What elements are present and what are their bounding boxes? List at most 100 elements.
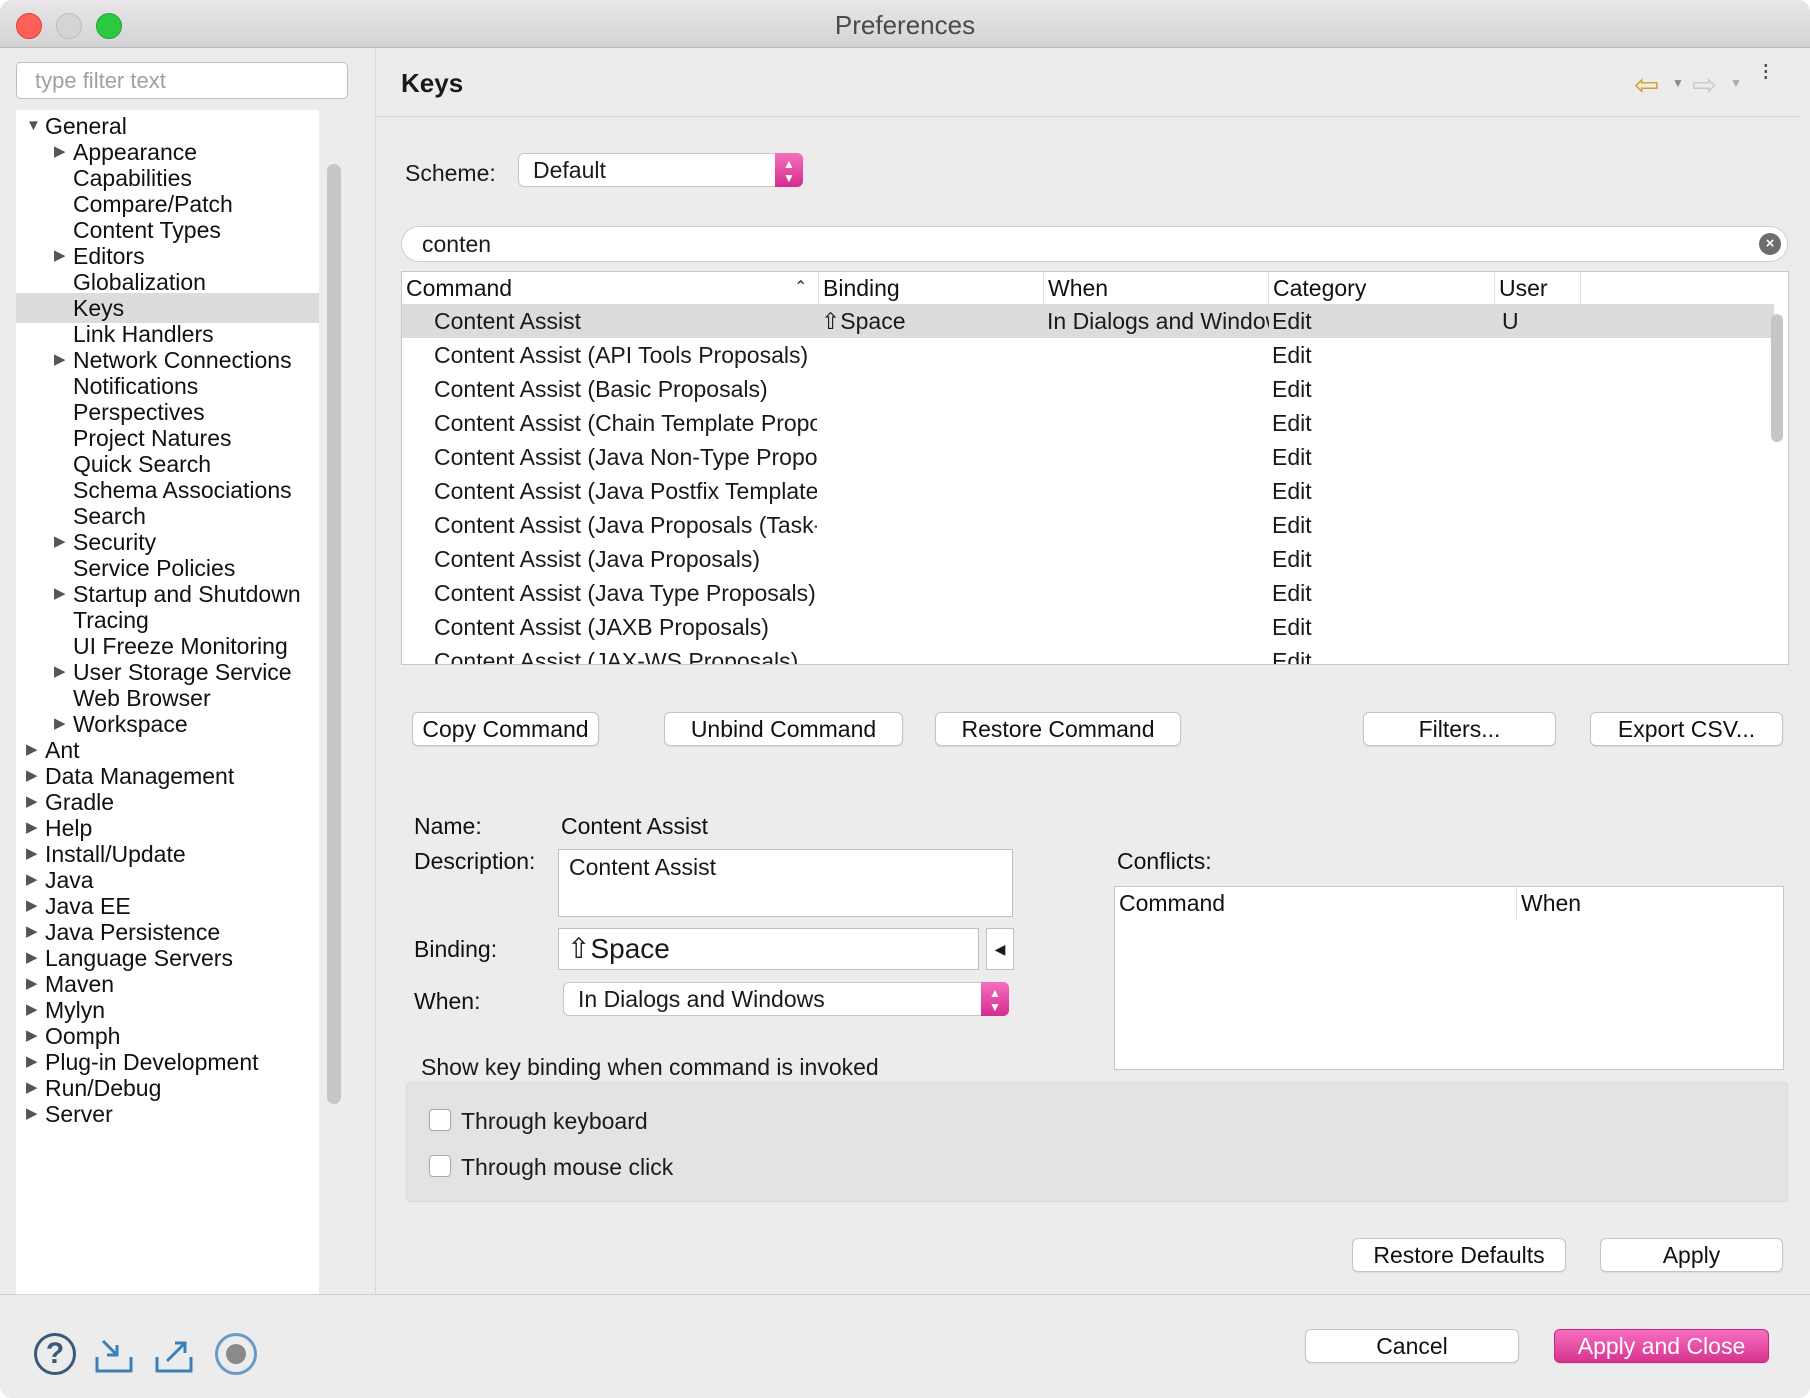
disclosure-collapsed-icon[interactable]: ▶ xyxy=(26,1099,38,1129)
binding-label: Binding: xyxy=(414,936,498,962)
table-row[interactable]: Content Assist (Basic Proposals) Edit xyxy=(402,372,1774,406)
cell-command: Content Assist (Java Non-Type Proposals) xyxy=(434,444,817,470)
export-icon[interactable] xyxy=(153,1333,195,1375)
filters-button[interactable]: Filters... xyxy=(1363,712,1556,746)
export-csv-button[interactable]: Export CSV... xyxy=(1590,712,1783,746)
cell-category: Edit xyxy=(1272,410,1312,436)
cell-command: Content Assist (Java Proposals (Task-F..… xyxy=(434,512,817,538)
apply-and-close-button[interactable]: Apply and Close xyxy=(1554,1329,1769,1363)
conflicts-column-when[interactable]: When xyxy=(1517,887,1783,919)
scheme-select[interactable]: Default ▲ ▼ xyxy=(518,153,803,187)
commands-table: Command ⌃ Binding When Category User Con… xyxy=(401,271,1789,665)
page-title: Keys xyxy=(401,68,464,98)
triangle-left-icon: ◀ xyxy=(994,941,1006,957)
table-row[interactable]: Content Assist (JAX-WS Proposals) Edit xyxy=(402,644,1774,665)
name-value: Content Assist xyxy=(561,813,709,839)
table-row[interactable]: Content Assist (Chain Template Proposals… xyxy=(402,406,1774,440)
column-header-when[interactable]: When xyxy=(1044,272,1269,304)
export-glyph xyxy=(155,1341,193,1373)
right-pane: Keys ⇦ ▼ ⇨ ▼ ⁝ Scheme: Default ▲ ▼ conten… xyxy=(375,48,1801,1294)
cell-command: Content Assist (JAX-WS Proposals) xyxy=(434,648,799,665)
conflicts-table: Command When xyxy=(1114,886,1784,1070)
clear-search-icon[interactable]: × xyxy=(1759,233,1781,255)
show-binding-group: Through keyboard Through mouse click xyxy=(406,1082,1788,1202)
when-label: When: xyxy=(414,988,481,1014)
scheme-label: Scheme: xyxy=(405,160,496,186)
through-keyboard-checkbox[interactable] xyxy=(429,1109,451,1131)
binding-menu-button[interactable]: ◀ xyxy=(986,928,1014,970)
column-header-category[interactable]: Category xyxy=(1269,272,1495,304)
column-header-command[interactable]: Command ⌃ xyxy=(402,272,819,304)
restore-defaults-button[interactable]: Restore Defaults xyxy=(1352,1238,1566,1272)
left-pane: ▼General▶AppearanceCapabilitiesCompare/P… xyxy=(0,48,375,1336)
help-icon[interactable]: ? xyxy=(34,1333,76,1375)
conflicts-column-command[interactable]: Command xyxy=(1115,887,1517,919)
navigation-toolbar: ⇦ ▼ ⇨ ▼ ⁝ xyxy=(1634,61,1794,103)
cell-user: U xyxy=(1502,308,1519,334)
restore-command-button[interactable]: Restore Command xyxy=(935,712,1181,746)
table-row[interactable]: Content Assist (Java Proposals (Task-F..… xyxy=(402,508,1774,542)
header-divider xyxy=(376,116,1801,117)
back-dropdown-icon[interactable]: ▼ xyxy=(1672,76,1684,90)
import-icon[interactable] xyxy=(93,1333,135,1375)
table-row[interactable]: Content Assist (API Tools Proposals) Edit xyxy=(402,338,1774,372)
description-label: Description: xyxy=(414,848,536,874)
command-search-value: conten xyxy=(422,231,492,257)
binding-input[interactable]: ⇧Space xyxy=(558,928,979,970)
cell-category: Edit xyxy=(1272,478,1312,504)
view-menu-icon[interactable]: ⁝ xyxy=(1762,61,1770,85)
cell-category: Edit xyxy=(1272,376,1312,402)
cell-when: In Dialogs and Windows xyxy=(1047,308,1269,334)
column-header-user[interactable]: User xyxy=(1495,272,1581,304)
table-row[interactable]: Content Assist (Java Proposals) Edit xyxy=(402,542,1774,576)
table-row[interactable]: Content Assist (Java Postfix Template P.… xyxy=(402,474,1774,508)
cell-category: Edit xyxy=(1272,580,1312,606)
column-header-command-label: Command xyxy=(406,275,513,301)
table-vertical-scrollbar[interactable] xyxy=(1771,314,1783,442)
name-label: Name: xyxy=(414,813,482,839)
cell-category: Edit xyxy=(1272,444,1312,470)
back-arrow-icon[interactable]: ⇦ xyxy=(1634,68,1659,103)
cell-command: Content Assist (JAXB Proposals) xyxy=(434,614,769,640)
unbind-command-button[interactable]: Unbind Command xyxy=(664,712,903,746)
through-mouse-label: Through mouse click xyxy=(461,1154,674,1180)
column-header-binding[interactable]: Binding xyxy=(819,272,1044,304)
tree-vertical-scrollbar[interactable] xyxy=(327,164,341,1104)
cell-command: Content Assist (API Tools Proposals) xyxy=(434,342,809,368)
through-keyboard-label: Through keyboard xyxy=(461,1108,648,1134)
apply-button[interactable]: Apply xyxy=(1600,1238,1783,1272)
cell-category: Edit xyxy=(1272,546,1312,572)
chevron-updown-icon: ▲ ▼ xyxy=(775,153,803,187)
cell-category: Edit xyxy=(1272,614,1312,640)
cell-category: Edit xyxy=(1272,308,1312,334)
show-binding-group-title: Show key binding when command is invoked xyxy=(421,1054,879,1080)
filter-input[interactable] xyxy=(16,62,348,99)
preferences-window: Preferences ▼General▶AppearanceCapabilit… xyxy=(0,0,1810,1398)
through-mouse-checkbox[interactable] xyxy=(429,1155,451,1177)
table-row[interactable]: Content Assist (Java Non-Type Proposals)… xyxy=(402,440,1774,474)
chevron-updown-icon: ▲ ▼ xyxy=(981,982,1009,1016)
cancel-button[interactable]: Cancel xyxy=(1305,1329,1519,1363)
cell-category: Edit xyxy=(1272,648,1312,665)
record-icon[interactable] xyxy=(215,1333,257,1375)
cell-binding: ⇧Space xyxy=(821,308,906,334)
title-bar: Preferences xyxy=(0,0,1810,48)
command-search-input[interactable]: conten × xyxy=(401,226,1788,262)
table-row[interactable]: Content Assist (JAXB Proposals) Edit xyxy=(402,610,1774,644)
description-field[interactable]: Content Assist xyxy=(558,849,1013,917)
scheme-select-value: Default xyxy=(533,157,606,183)
forward-arrow-icon[interactable]: ⇨ xyxy=(1692,68,1717,103)
window-title: Preferences xyxy=(834,10,976,40)
cell-command: Content Assist (Java Postfix Template P.… xyxy=(434,478,817,504)
cell-category: Edit xyxy=(1272,512,1312,538)
sort-ascending-icon: ⌃ xyxy=(794,279,808,296)
copy-command-button[interactable]: Copy Command xyxy=(412,712,599,746)
forward-dropdown-icon[interactable]: ▼ xyxy=(1730,76,1742,90)
conflicts-label: Conflicts: xyxy=(1117,848,1212,874)
table-row[interactable]: Content Assist (Java Type Proposals) Edit xyxy=(402,576,1774,610)
tree-item-label: Server xyxy=(45,1101,113,1127)
tree-item[interactable]: ▶ Server xyxy=(16,1099,319,1129)
cell-command: Content Assist xyxy=(434,308,582,334)
when-select[interactable]: In Dialogs and Windows ▲ ▼ xyxy=(563,982,1009,1016)
table-row[interactable]: Content Assist ⇧Space In Dialogs and Windo… xyxy=(402,304,1774,338)
